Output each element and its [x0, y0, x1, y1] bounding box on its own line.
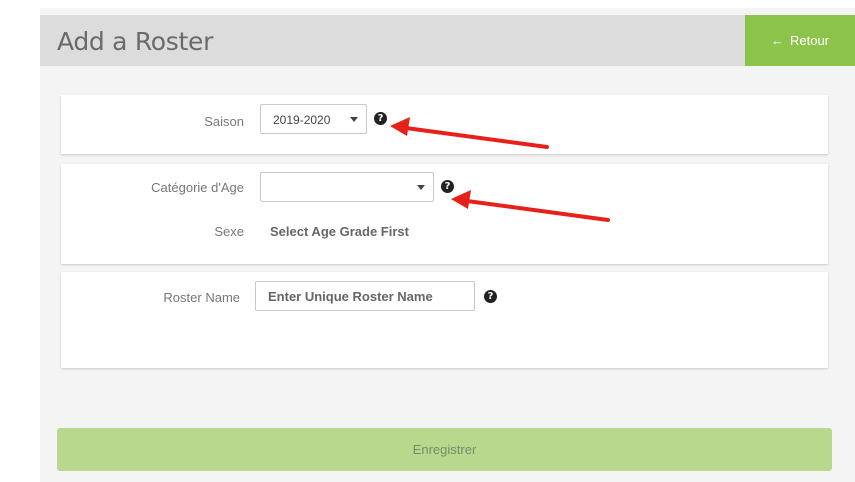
chevron-down-icon [350, 117, 358, 122]
gender-value: Select Age Grade First [270, 224, 409, 239]
back-button-label: Retour [789, 33, 830, 48]
help-icon[interactable]: ? [374, 112, 387, 125]
season-label: Saison [204, 114, 244, 129]
page-title: Add a Roster [57, 27, 214, 56]
age-category-label: Catégorie d'Age [151, 180, 244, 195]
gender-label: Sexe [214, 224, 244, 239]
roster-name-label: Roster Name [163, 290, 240, 305]
arrow-left-icon: ← [770, 33, 784, 48]
season-select-value: 2019-2020 [273, 113, 331, 127]
chevron-down-icon [417, 185, 425, 190]
age-category-select[interactable] [260, 172, 434, 202]
help-icon[interactable]: ? [441, 180, 454, 193]
age-category-card [61, 164, 828, 264]
save-button[interactable]: Enregistrer [57, 428, 832, 471]
back-button[interactable]: ← Retour [745, 15, 855, 66]
roster-name-input[interactable] [255, 281, 475, 311]
help-icon[interactable]: ? [484, 290, 497, 303]
season-select[interactable]: 2019-2020 [260, 104, 367, 134]
